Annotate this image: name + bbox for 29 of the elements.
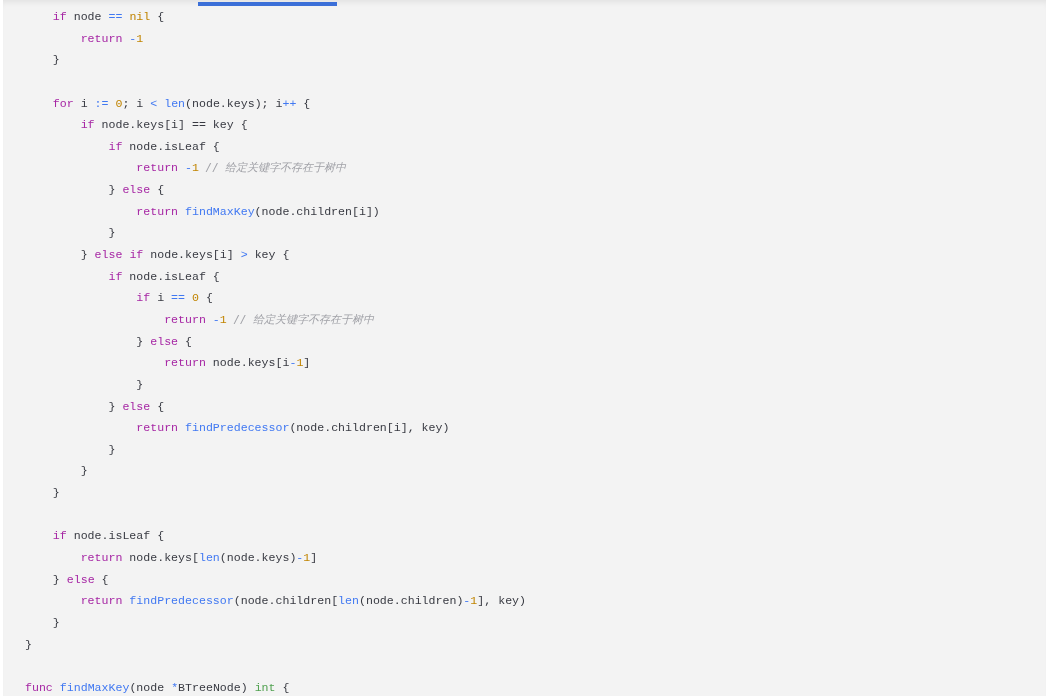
code-line: } <box>107 441 116 458</box>
code-line: } <box>51 52 60 69</box>
code-line: if node.isLeaf { <box>51 528 165 545</box>
code-line: for i := 0; i < len(node.keys); i++ { <box>51 95 311 112</box>
code-line: return -1 // 给定关键字不存在于树中 <box>135 160 347 177</box>
code-line: return -1 <box>79 30 144 47</box>
code-line: return findPredecessor(node.children[len(node.children)-1], key) <box>79 593 526 610</box>
code-line: } else { <box>107 398 165 415</box>
code-line: if i == 0 { <box>135 290 213 307</box>
code-line: } <box>51 485 60 502</box>
code-line: } else if node.keys[i] > key { <box>79 247 290 264</box>
code-line: return node.keys[len(node.keys)-1] <box>79 550 318 566</box>
code-line: } else { <box>51 571 109 588</box>
code-line: return -1 // 给定关键字不存在于树中 <box>163 311 375 328</box>
code-line: return node.keys[i-1] <box>163 355 311 372</box>
code-line: } <box>79 463 88 480</box>
code-line: if node.keys[i] == key { <box>79 117 248 134</box>
code-line: } else { <box>135 333 192 350</box>
code-line: if node.isLeaf { <box>107 268 220 285</box>
code-line: } <box>135 376 144 393</box>
code-line: if node == nil { <box>51 9 165 25</box>
code-line: func findMaxKey(node *BTreeNode) int { <box>25 679 290 696</box>
code-line: } <box>25 636 32 653</box>
code-line: } <box>51 614 60 631</box>
code-line: return findMaxKey(node.children[i]) <box>135 203 380 220</box>
code-line: if node.isLeaf { <box>107 138 220 155</box>
code-line: } <box>107 225 116 242</box>
code-line: } else { <box>107 182 165 199</box>
code-line: return findPredecessor(node.children[i], key) <box>135 420 450 437</box>
